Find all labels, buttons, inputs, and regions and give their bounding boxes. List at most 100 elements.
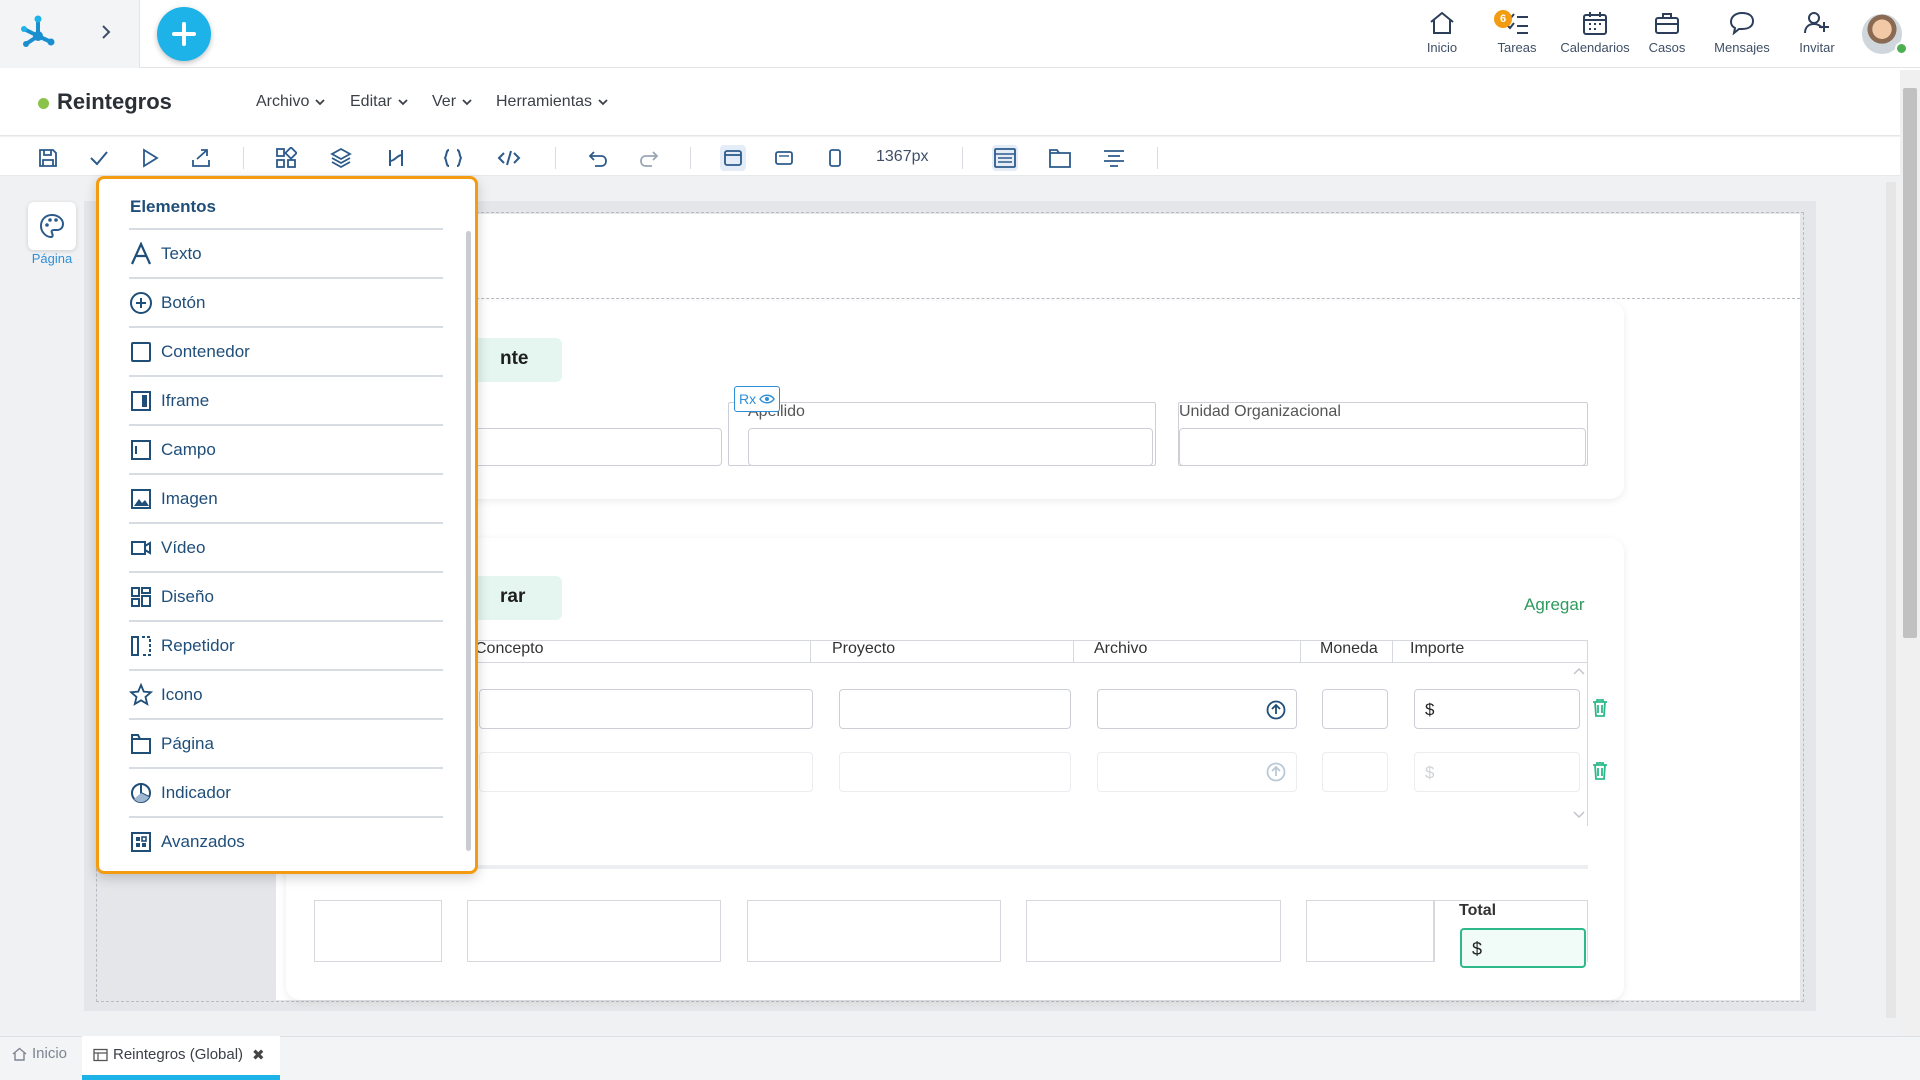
column-header-proyecto: Proyecto bbox=[832, 640, 896, 657]
page-scrollbar-thumb[interactable] bbox=[1903, 88, 1917, 638]
calendar-icon bbox=[1583, 12, 1607, 35]
layers-button[interactable] bbox=[328, 145, 354, 171]
home-icon bbox=[12, 1047, 27, 1061]
delete-row-trash-icon[interactable] bbox=[1591, 761, 1609, 781]
element-texto[interactable]: Texto bbox=[129, 228, 443, 277]
toolbar-separator bbox=[243, 147, 244, 169]
tab-inicio[interactable]: Inicio bbox=[12, 1045, 67, 1062]
concepto-input-row2[interactable] bbox=[479, 752, 813, 792]
table-scroll-up-icon[interactable] bbox=[1572, 666, 1586, 676]
element-diseno[interactable]: Diseño bbox=[129, 571, 443, 620]
add-button[interactable] bbox=[157, 7, 211, 61]
tasks-badge: 6 bbox=[1494, 10, 1512, 28]
online-status-dot bbox=[1895, 42, 1908, 55]
element-imagen[interactable]: Imagen bbox=[129, 473, 443, 522]
toolbar-separator bbox=[1157, 147, 1158, 169]
nav-tareas[interactable]: Tareas bbox=[1480, 10, 1554, 60]
proyecto-input-row2[interactable] bbox=[839, 752, 1071, 792]
moneda-input[interactable] bbox=[1322, 689, 1388, 729]
table-right-border bbox=[1587, 640, 1588, 826]
canvas-width-label[interactable]: 1367px bbox=[876, 148, 929, 166]
element-indicador[interactable]: Indicador bbox=[129, 767, 443, 816]
element-contenedor[interactable]: Contenedor bbox=[129, 326, 443, 375]
element-icono[interactable]: Icono bbox=[129, 669, 443, 718]
preview-button[interactable] bbox=[137, 145, 163, 171]
save-button[interactable] bbox=[35, 145, 61, 171]
menu-editar[interactable]: Editar bbox=[350, 93, 409, 111]
total-input[interactable]: $ bbox=[1460, 928, 1586, 968]
tabs-view-button[interactable] bbox=[1047, 145, 1073, 171]
total-cell bbox=[467, 900, 721, 962]
nav-inicio[interactable]: Inicio bbox=[1405, 10, 1479, 60]
elements-button[interactable] bbox=[273, 145, 299, 171]
desktop-view-button[interactable] bbox=[720, 145, 746, 171]
element-boton[interactable]: Botón bbox=[129, 277, 443, 326]
table-header-bottom-line bbox=[470, 662, 1588, 663]
element-pagina[interactable]: Página bbox=[129, 718, 443, 767]
upload-icon[interactable] bbox=[1266, 700, 1286, 720]
delete-row-trash-icon[interactable] bbox=[1591, 698, 1609, 718]
data-button[interactable] bbox=[383, 145, 409, 171]
upload-icon[interactable] bbox=[1266, 762, 1286, 782]
app-logo-icon[interactable] bbox=[18, 14, 58, 54]
element-iframe[interactable]: Iframe bbox=[129, 375, 443, 424]
rx-chip[interactable]: Rx bbox=[734, 386, 781, 412]
palette-icon bbox=[39, 213, 65, 239]
publish-button[interactable] bbox=[188, 145, 214, 171]
validate-button[interactable] bbox=[86, 145, 112, 171]
elements-panel-scrollbar[interactable] bbox=[466, 231, 471, 851]
importe-input-row2[interactable]: $ bbox=[1414, 752, 1580, 792]
nav-calendarios[interactable]: Calendarios bbox=[1555, 10, 1635, 60]
column-divider bbox=[810, 640, 811, 662]
undo-icon bbox=[588, 151, 607, 167]
nav-invitar[interactable]: Invitar bbox=[1780, 10, 1854, 60]
chevron-down-icon bbox=[462, 99, 472, 106]
alignment-button[interactable] bbox=[1101, 145, 1127, 171]
nav-mensajes[interactable]: Mensajes bbox=[1705, 10, 1779, 60]
concepto-input[interactable] bbox=[479, 689, 813, 729]
page-icon bbox=[131, 733, 151, 754]
menu-herramientas[interactable]: Herramientas bbox=[496, 93, 609, 111]
redo-button[interactable] bbox=[636, 145, 662, 171]
canvas-scrollbar[interactable] bbox=[1886, 182, 1896, 1018]
total-cell bbox=[1306, 900, 1434, 962]
importe-input[interactable]: $ bbox=[1414, 689, 1580, 729]
column-divider bbox=[1392, 640, 1393, 662]
menu-ver[interactable]: Ver bbox=[432, 93, 473, 111]
advanced-icon bbox=[131, 831, 151, 852]
video-icon bbox=[131, 540, 151, 555]
add-row-link[interactable]: Agregar bbox=[1524, 595, 1584, 615]
code-button[interactable] bbox=[496, 145, 522, 171]
apellido-input[interactable] bbox=[748, 428, 1153, 466]
star-icon bbox=[129, 682, 153, 706]
tablet-view-button[interactable] bbox=[771, 145, 797, 171]
unidad-input[interactable] bbox=[1179, 428, 1586, 466]
element-repetidor[interactable]: Repetidor bbox=[129, 620, 443, 669]
table-scroll-down-icon[interactable] bbox=[1572, 810, 1586, 820]
scripts-button[interactable] bbox=[440, 145, 466, 171]
menu-archivo[interactable]: Archivo bbox=[256, 93, 326, 111]
layout-icon bbox=[131, 586, 151, 607]
tab-reintegros-label[interactable]: Reintegros (Global) bbox=[93, 1046, 243, 1063]
nav-casos[interactable]: Casos bbox=[1630, 10, 1704, 60]
proyecto-input[interactable] bbox=[839, 689, 1071, 729]
first-name-input[interactable] bbox=[460, 428, 722, 466]
moneda-input-row2[interactable] bbox=[1322, 752, 1388, 792]
element-video[interactable]: Vídeo bbox=[129, 522, 443, 571]
total-cell bbox=[1026, 900, 1281, 962]
elements-panel[interactable]: Elementos Texto Botón Contenedor Iframe … bbox=[96, 176, 478, 874]
page-layout-icon bbox=[994, 148, 1016, 168]
element-campo[interactable]: Campo bbox=[129, 424, 443, 473]
employee-section[interactable] bbox=[286, 301, 1624, 499]
expand-chevron-icon[interactable] bbox=[96, 22, 116, 42]
column-header-archivo: Archivo bbox=[1094, 640, 1148, 657]
undo-button[interactable] bbox=[585, 145, 611, 171]
toolbar-separator bbox=[962, 147, 963, 169]
header-view-button[interactable] bbox=[992, 145, 1018, 171]
element-avanzados[interactable]: Avanzados bbox=[129, 816, 443, 865]
chevron-down-icon bbox=[598, 99, 608, 106]
left-rail bbox=[0, 177, 96, 1035]
mobile-view-button[interactable] bbox=[822, 145, 848, 171]
close-tab-icon[interactable]: ✖ bbox=[252, 1046, 265, 1064]
page-properties-button[interactable] bbox=[28, 202, 76, 250]
